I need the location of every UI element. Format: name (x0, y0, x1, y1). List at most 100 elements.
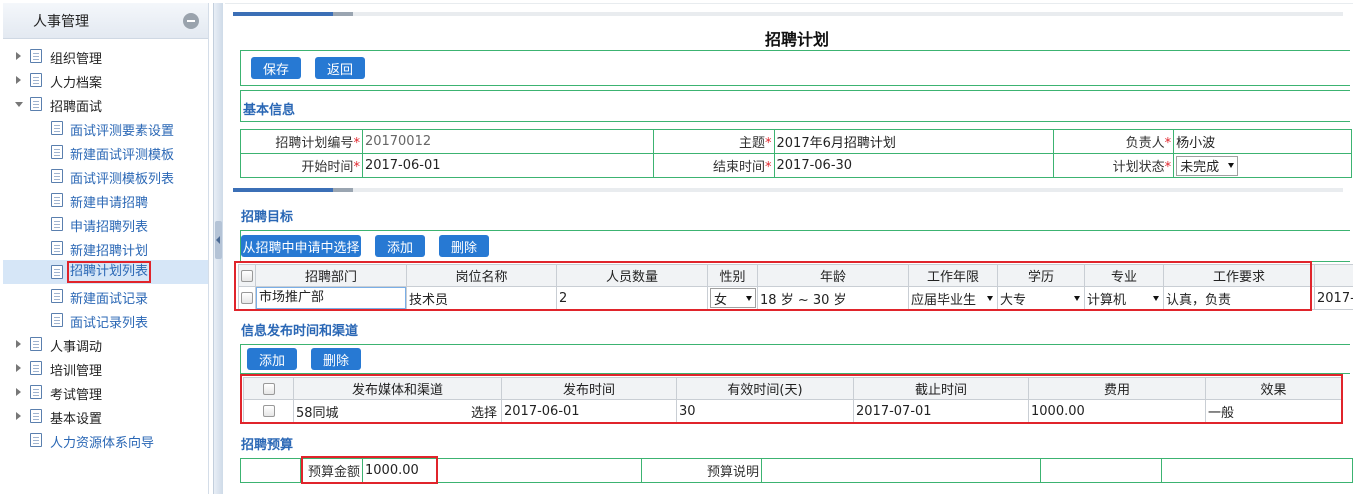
column-header: 费用 (1028, 377, 1206, 400)
collapse-sidebar-handle-icon[interactable] (215, 221, 222, 259)
nav-item-exam[interactable]: 考试管理 (3, 380, 208, 404)
start-date-field[interactable]: 2017-06-01 (361, 153, 654, 178)
count-input[interactable]: 2 (556, 286, 708, 310)
nav-item-eval-template-list[interactable]: 面试评测模板列表 (3, 164, 208, 188)
collapse-icon[interactable] (183, 13, 199, 29)
main-panel: 招聘计划 保存 返回 基本信息 招聘计划编号* 20170012 主题* 201… (225, 3, 1353, 494)
row-checkbox[interactable] (241, 292, 253, 304)
column-header: 性别 (707, 264, 758, 287)
splitter[interactable] (213, 3, 223, 494)
subject-field[interactable]: 2017年6月招聘计划 (773, 129, 1055, 154)
years-select[interactable]: 应届毕业生 (911, 288, 993, 308)
table-row: 市场推广部 技术员 2 女 18 岁 ~ 30 岁 应届毕业生 大专 计算机 认… (238, 286, 1353, 310)
nav-item-transfer[interactable]: 人事调动 (3, 332, 208, 356)
dropdown-caret-icon (746, 295, 752, 301)
budget-note-field[interactable] (761, 458, 1041, 483)
valid-days-field[interactable]: 30 (676, 399, 854, 423)
budget-empty-cell (240, 458, 301, 483)
document-icon (51, 193, 63, 207)
nav-label: 面试评测模板列表 (70, 172, 175, 187)
status-select[interactable]: 未完成 (1176, 155, 1239, 176)
back-button[interactable]: 返回 (315, 57, 365, 79)
expand-arrow-icon[interactable] (16, 388, 21, 396)
nav-item-apply-list[interactable]: 申请招聘列表 (3, 212, 208, 236)
cost-field[interactable]: 1000.00 (1028, 399, 1206, 423)
select-from-application-button[interactable]: 从招聘中申请中选择 (241, 235, 361, 257)
column-header: 效果 (1205, 377, 1342, 400)
page-title: 招聘计划 (765, 30, 830, 49)
end-label: 结束时间* (652, 153, 775, 178)
nav-item-eval-factor[interactable]: 面试评测要素设置 (3, 116, 208, 140)
expand-arrow-icon[interactable] (16, 52, 21, 60)
deadline-field[interactable]: 2017-07-01 (853, 399, 1029, 423)
position-input[interactable]: 技术员 (406, 286, 557, 310)
column-header: 工作年限 (908, 264, 998, 287)
requirement-input[interactable]: 认真，负责 (1163, 286, 1315, 310)
overflow-cell: 2017- (1314, 286, 1353, 310)
section-divider (233, 188, 1343, 192)
delete-channel-button[interactable]: 删除 (311, 348, 361, 370)
nav-tree: 组织管理 人力档案 招聘面试 面试评测要素设置 新建面试评测模板 面试评测模板列… (3, 39, 208, 452)
nav-item-training[interactable]: 培训管理 (3, 356, 208, 380)
row-checkbox[interactable] (262, 405, 275, 417)
document-icon (51, 217, 63, 231)
nav-label: 考试管理 (50, 388, 103, 403)
nav-label: 面试评测要素设置 (70, 124, 175, 139)
status-cell: 未完成 (1173, 153, 1352, 178)
education-select[interactable]: 大专 (1000, 288, 1080, 308)
dept-input[interactable]: 市场推广部 (256, 287, 406, 309)
nav-item-org[interactable]: 组织管理 (3, 44, 208, 68)
nav-item-plan-list[interactable]: 招聘计划列表 (3, 260, 208, 284)
nav-item-interview-list[interactable]: 面试记录列表 (3, 308, 208, 332)
owner-field[interactable]: 杨小波 (1173, 129, 1352, 154)
nav-item-recruit[interactable]: 招聘面试 (3, 92, 208, 116)
nav-label: 基本设置 (50, 412, 103, 427)
nav-item-new-interview[interactable]: 新建面试记录 (3, 284, 208, 308)
column-header: 学历 (997, 264, 1085, 287)
select-all-checkbox[interactable] (262, 382, 275, 395)
row-checkbox-cell (243, 399, 294, 423)
nav-item-hr-archive[interactable]: 人力档案 (3, 68, 208, 92)
delete-target-button[interactable]: 删除 (439, 235, 489, 257)
budget-amount-field[interactable]: 1000.00 (362, 458, 642, 483)
budget-form: 预算金额 1000.00 预算说明 (240, 458, 1353, 483)
column-header: 截止时间 (853, 377, 1029, 400)
add-channel-button[interactable]: 添加 (247, 348, 297, 370)
expand-arrow-icon[interactable] (16, 76, 21, 84)
collapse-arrow-icon[interactable] (15, 102, 23, 107)
expand-arrow-icon[interactable] (16, 340, 21, 348)
dropdown-caret-icon (1074, 295, 1080, 301)
media-select-link[interactable]: 选择 (471, 402, 497, 421)
document-icon (30, 49, 42, 63)
budget-title: 招聘预算 (241, 438, 294, 453)
gender-select[interactable]: 女 (710, 288, 756, 308)
channels-table: 发布媒体和渠道 发布时间 有效时间(天) 截止时间 费用 效果 58同城 选择 … (243, 377, 1342, 423)
effect-field[interactable]: 一般 (1205, 399, 1342, 423)
nav-item-new-eval-template[interactable]: 新建面试评测模板 (3, 140, 208, 164)
budget-amount-label: 预算金额 (300, 458, 363, 483)
plan-no-label: 招聘计划编号* (240, 129, 363, 154)
targets-table: 招聘部门 岗位名称 人员数量 性别 年龄 工作年限 学历 专业 工作要求 市场推… (238, 264, 1353, 310)
nav-item-basic-settings[interactable]: 基本设置 (3, 404, 208, 428)
dept-cell: 市场推广部 (255, 286, 407, 310)
nav-item-hr-guide[interactable]: 人力资源体系向导 (3, 428, 208, 452)
select-all-checkbox[interactable] (241, 269, 253, 282)
add-target-button[interactable]: 添加 (375, 235, 425, 257)
table-header-row: 招聘部门 岗位名称 人员数量 性别 年龄 工作年限 学历 专业 工作要求 (238, 264, 1353, 287)
age-cell[interactable]: 18 岁 ~ 30 岁 (757, 286, 909, 310)
save-button[interactable]: 保存 (251, 57, 301, 79)
table-header-row: 发布媒体和渠道 发布时间 有效时间(天) 截止时间 费用 效果 (243, 377, 1342, 400)
nav-item-new-apply[interactable]: 新建申请招聘 (3, 188, 208, 212)
column-header: 招聘部门 (255, 264, 407, 287)
expand-arrow-icon[interactable] (16, 364, 21, 372)
media-cell: 58同城 选择 (293, 399, 502, 423)
end-date-field[interactable]: 2017-06-30 (773, 153, 1055, 178)
expand-arrow-icon[interactable] (16, 412, 21, 420)
nav-item-new-plan[interactable]: 新建招聘计划 (3, 236, 208, 260)
nav-label: 人事调动 (50, 340, 103, 355)
select-all-cell (243, 377, 294, 400)
major-select[interactable]: 计算机 (1087, 288, 1159, 308)
targets-title: 招聘目标 (241, 210, 294, 225)
publish-date-field[interactable]: 2017-06-01 (501, 399, 677, 423)
select-all-cell (238, 264, 256, 287)
